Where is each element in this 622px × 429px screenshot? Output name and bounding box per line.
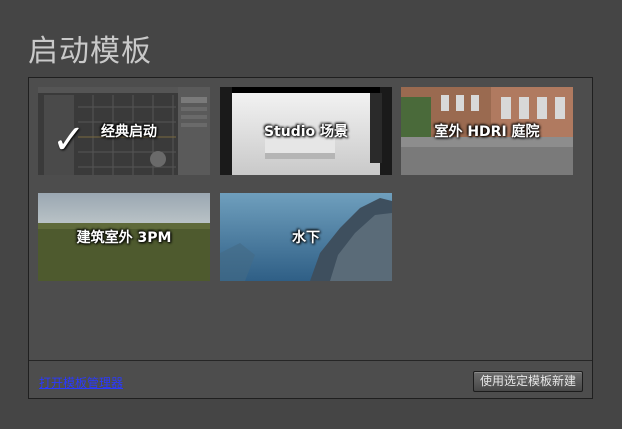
template-label-classic: 经典启动: [101, 124, 157, 140]
template-label-arch-3pm: 建筑室外 3PM: [76, 230, 172, 246]
template-tile-arch-3pm[interactable]: 建筑室外 3PM: [38, 193, 210, 281]
template-label-hdri-courtyard: 室外 HDRI 庭院: [434, 124, 540, 140]
template-tile-underwater[interactable]: 水下: [220, 193, 392, 281]
template-label-underwater: 水下: [292, 230, 320, 246]
template-tile-classic[interactable]: ✓ 经典启动: [38, 87, 210, 175]
template-label-studio: Studio 场景: [263, 124, 349, 140]
footer-divider: [29, 360, 592, 361]
template-tile-hdri-courtyard[interactable]: 室外 HDRI 庭院: [401, 87, 573, 175]
dialog-title: 启动模板: [28, 34, 152, 69]
template-tile-studio[interactable]: Studio 场景: [220, 87, 392, 175]
create-from-template-button[interactable]: 使用选定模板新建: [472, 371, 583, 392]
template-grid-panel: ✓ 经典启动 Studio 场景 室外 HDRI 庭院 建筑室外 3PM 水下 …: [28, 77, 593, 399]
open-template-manager-link[interactable]: 打开模板管理器: [39, 374, 123, 391]
